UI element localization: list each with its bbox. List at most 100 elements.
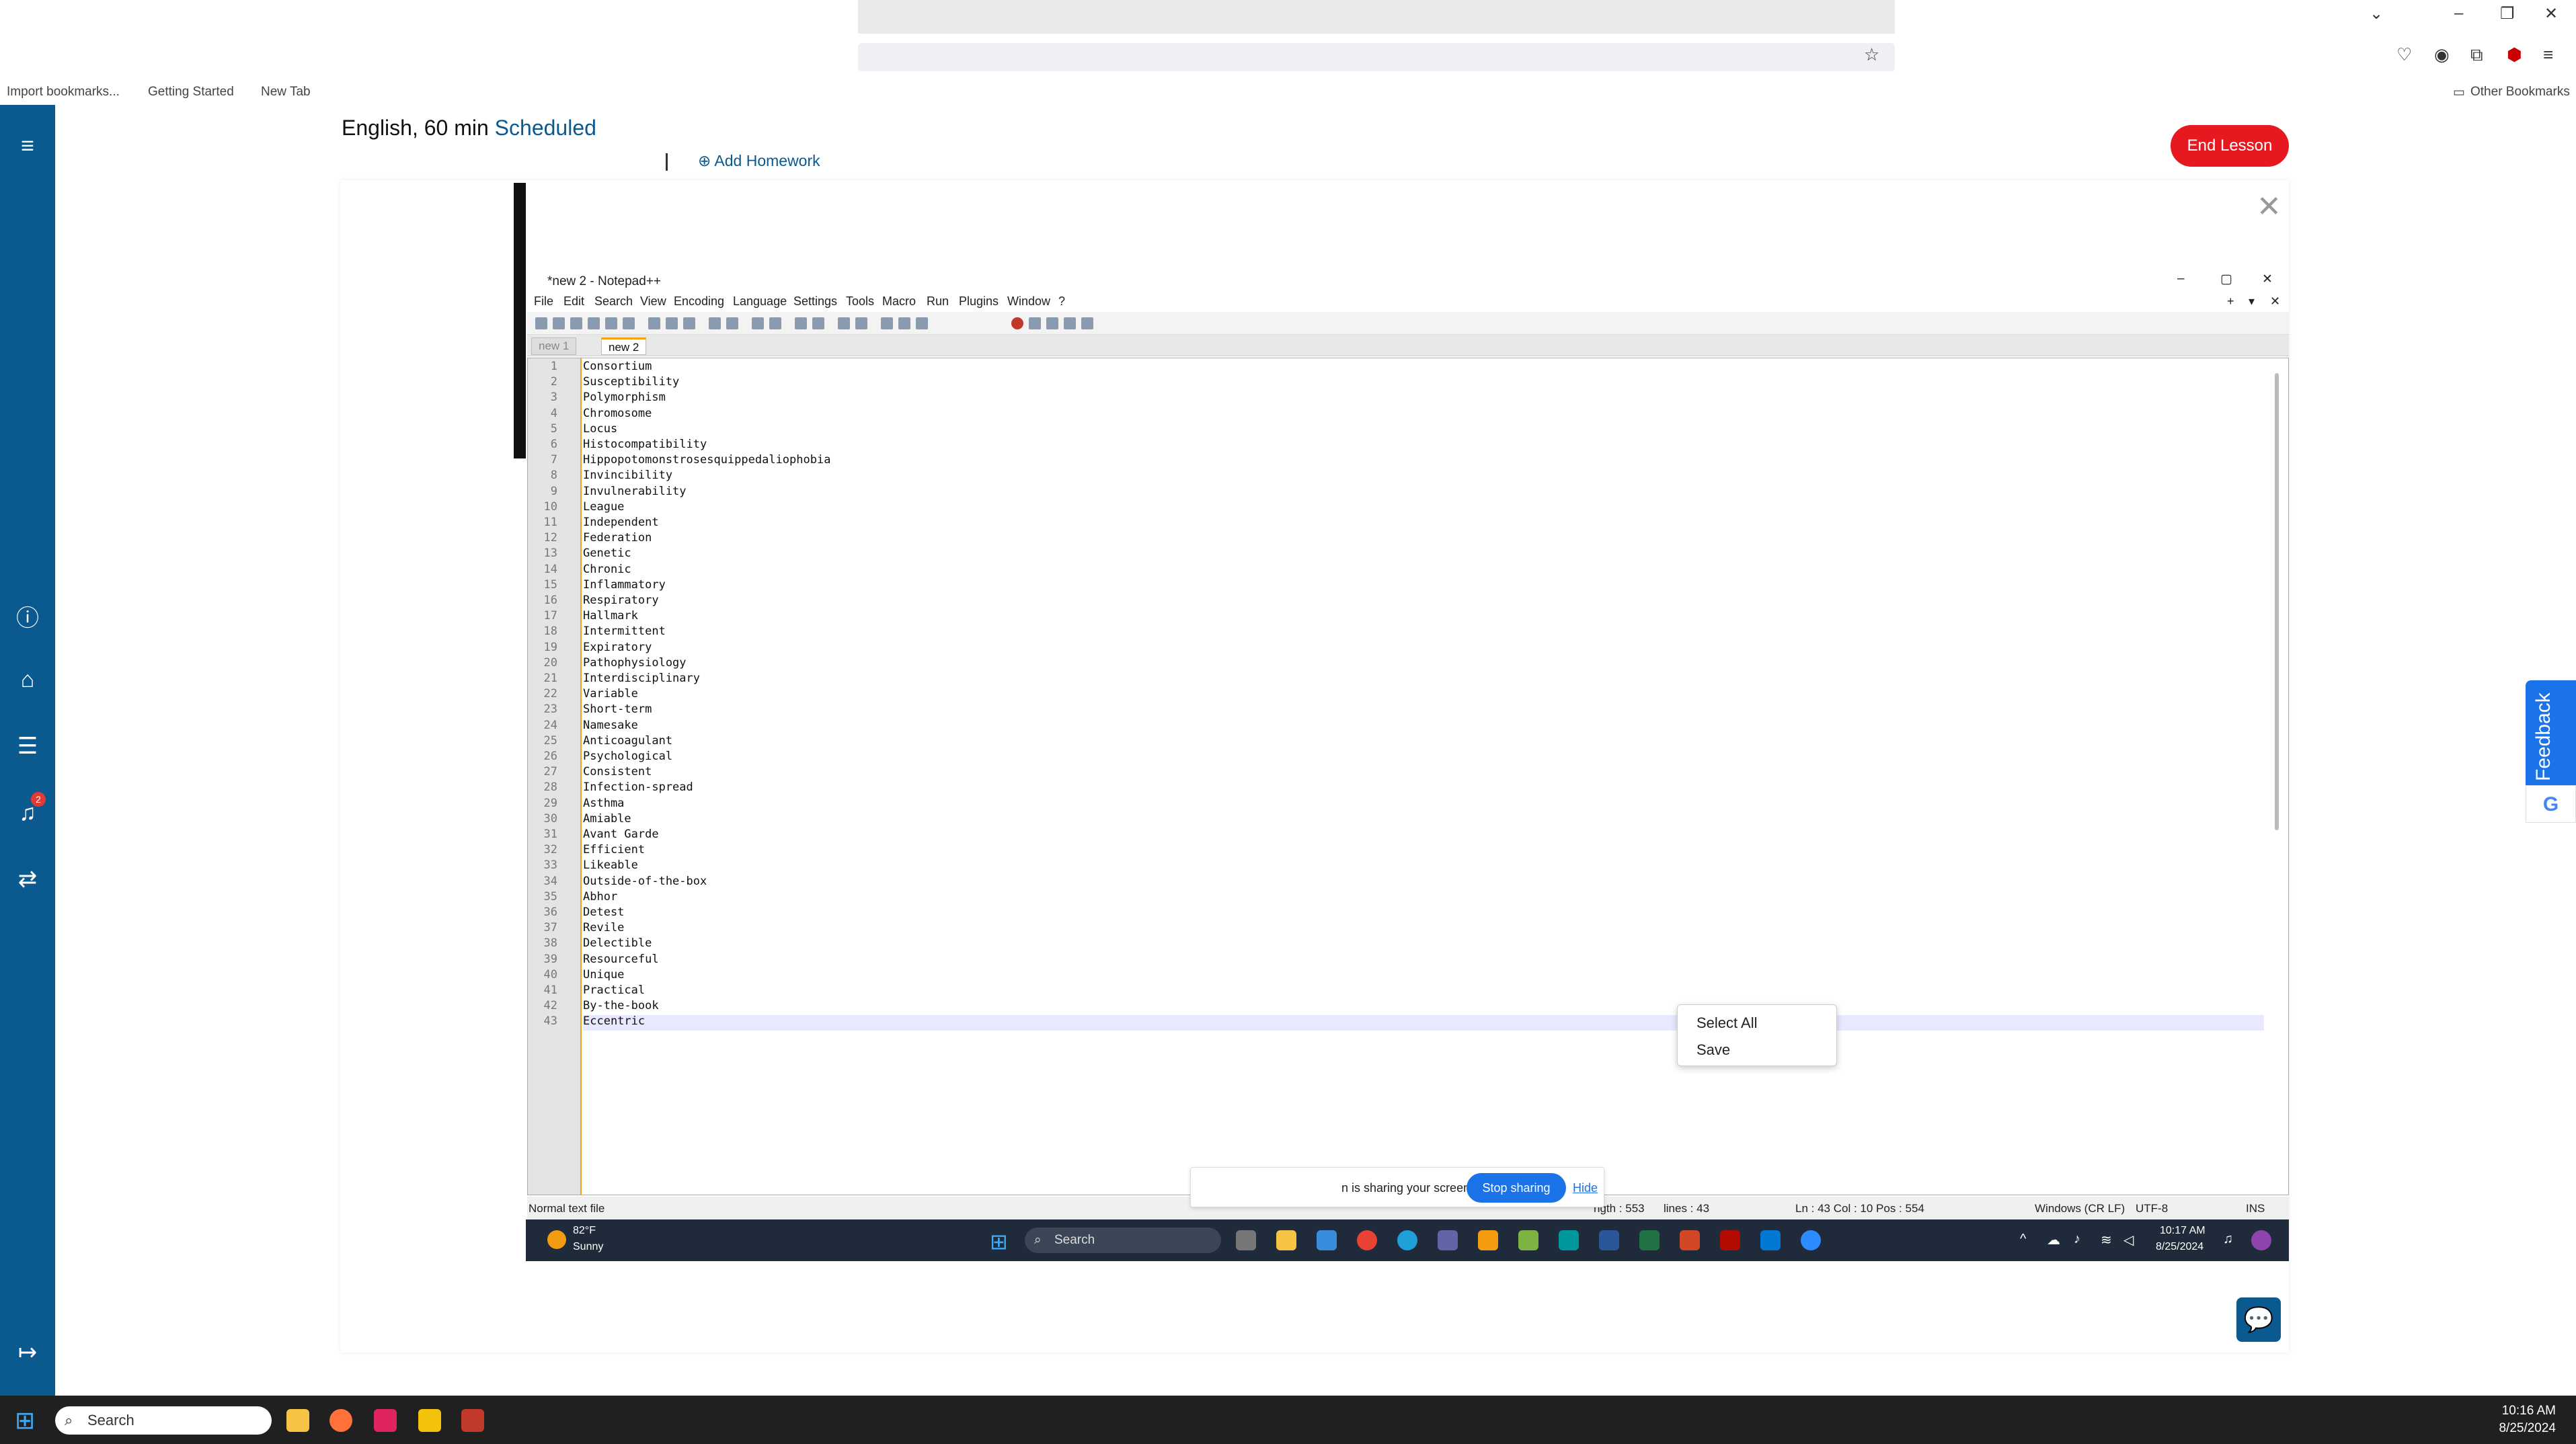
vlc-icon[interactable]	[1478, 1230, 1498, 1250]
tab-new-1[interactable]: new 1	[531, 337, 577, 355]
wifi-icon[interactable]: ≋	[2101, 1232, 2112, 1248]
code-line[interactable]: Pathophysiology	[583, 656, 687, 670]
volume-icon[interactable]: ◁	[2123, 1232, 2134, 1248]
arduino-icon[interactable]	[1559, 1230, 1579, 1250]
redo-icon[interactable]	[726, 317, 738, 329]
bell-icon[interactable]: ♫	[0, 800, 55, 826]
file-explorer-icon[interactable]	[1276, 1230, 1296, 1250]
hide-link[interactable]: Hide	[1573, 1181, 1598, 1195]
bookmark-import[interactable]: Import bookmarks...	[7, 85, 120, 99]
code-line[interactable]: Intermittent	[583, 625, 666, 638]
remote-search-input[interactable]: ⌕ Search	[1025, 1228, 1221, 1253]
menu-settings[interactable]: Settings	[793, 294, 837, 309]
file-explorer-icon[interactable]	[286, 1409, 309, 1432]
menu-search[interactable]: Search	[594, 294, 633, 309]
zoom-in-icon[interactable]	[795, 317, 807, 329]
home-icon[interactable]: ⌂	[0, 667, 55, 693]
help-icon[interactable]: ⓘ	[0, 600, 55, 633]
store-icon[interactable]	[1317, 1230, 1337, 1250]
mic-icon[interactable]: ♪	[2074, 1232, 2080, 1247]
cut-icon[interactable]	[648, 317, 660, 329]
all-chars-icon[interactable]	[898, 317, 910, 329]
translate-icon[interactable]: ⇄	[0, 866, 55, 893]
zoom-out-icon[interactable]	[812, 317, 824, 329]
menu-run[interactable]: Run	[927, 294, 949, 309]
messages-icon[interactable]: ☰	[0, 733, 55, 760]
code-line[interactable]: Namesake	[583, 719, 638, 732]
snipping-tool-icon[interactable]	[461, 1409, 484, 1432]
windows-start-icon[interactable]: ⊞	[990, 1229, 1008, 1254]
code-line[interactable]: Consortium	[583, 360, 652, 373]
close-file-icon[interactable]	[605, 317, 617, 329]
code-line[interactable]: League	[583, 500, 624, 514]
menu-encoding[interactable]: Encoding	[674, 294, 724, 309]
menu-help[interactable]: ?	[1058, 294, 1065, 309]
indent-guide-icon[interactable]	[916, 317, 928, 329]
code-line[interactable]: Variable	[583, 687, 638, 700]
code-line[interactable]: Outside-of-the-box	[583, 875, 707, 888]
pocket-icon[interactable]: ♡	[2396, 44, 2412, 65]
code-line[interactable]: Revile	[583, 921, 624, 934]
lesson-status[interactable]: Scheduled	[495, 116, 596, 140]
code-line[interactable]: Short-term	[583, 703, 652, 716]
tab-list-icon[interactable]: ⌄	[2370, 4, 2383, 24]
excel-icon[interactable]	[1639, 1230, 1660, 1250]
hamburger-icon[interactable]: ≡	[0, 133, 55, 159]
dropdown-icon[interactable]: ▾	[2249, 294, 2255, 309]
menu-icon[interactable]: ≡	[2543, 44, 2553, 65]
notepadpp-icon[interactable]	[1518, 1230, 1538, 1250]
code-line[interactable]: Hippopotomonstrosesquippedaliophobia	[583, 453, 830, 467]
replace-icon[interactable]	[769, 317, 781, 329]
close-doc-icon[interactable]: ✕	[2270, 294, 2280, 309]
code-line[interactable]: Infection-spread	[583, 780, 693, 794]
wrap-icon[interactable]	[881, 317, 893, 329]
save-all-icon[interactable]	[588, 317, 600, 329]
menu-view[interactable]: View	[640, 294, 666, 309]
menu-file[interactable]: File	[534, 294, 553, 309]
paste-icon[interactable]	[683, 317, 695, 329]
powerpoint-icon[interactable]	[1680, 1230, 1700, 1250]
code-line[interactable]: Chronic	[583, 563, 631, 576]
task-view-icon[interactable]	[1236, 1230, 1256, 1250]
stop-macro-icon[interactable]	[1029, 317, 1041, 329]
browser-tab-area[interactable]	[858, 0, 1895, 34]
minimize-icon[interactable]: –	[2177, 272, 2185, 286]
code-line[interactable]: Consistent	[583, 765, 652, 778]
code-line[interactable]: Polymorphism	[583, 391, 666, 404]
code-line[interactable]: Amiable	[583, 812, 631, 826]
close-icon[interactable]: ✕	[2257, 190, 2281, 224]
code-line[interactable]: Practical	[583, 984, 645, 997]
code-line[interactable]: Locus	[583, 422, 617, 436]
close-window-icon[interactable]: ✕	[2544, 4, 2558, 24]
notepad-editor[interactable]: 1 2 3 4 5 6 7 8 9 10 11 12 13 14 15 16 17 18 19 20 21 22 23 24 2…	[527, 358, 2289, 1195]
windows-start-icon[interactable]: ⊞	[15, 1406, 35, 1435]
code-line[interactable]: Resourceful	[583, 953, 659, 966]
code-line[interactable]: Expiratory	[583, 641, 652, 654]
notification-bell-icon[interactable]: ♫	[2223, 1232, 2233, 1247]
code-line[interactable]: Interdisciplinary	[583, 672, 700, 685]
code-line[interactable]: Invincibility	[583, 469, 672, 482]
add-homework-link[interactable]: ⊕ Add Homework	[698, 152, 820, 170]
ublock-icon[interactable]: ⬢	[2507, 44, 2522, 65]
host-search-input[interactable]: ⌕ Search	[55, 1406, 272, 1435]
code-line[interactable]: Federation	[583, 531, 652, 545]
vertical-scrollbar[interactable]	[2275, 373, 2279, 830]
chat-icon[interactable]: 💬	[2236, 1297, 2281, 1342]
copy-icon[interactable]	[666, 317, 678, 329]
chrome-icon[interactable]	[1357, 1230, 1377, 1250]
minimize-icon[interactable]: –	[2454, 4, 2463, 23]
code-line[interactable]: Chromosome	[583, 407, 652, 420]
tray-chevron-icon[interactable]: ^	[2020, 1232, 2026, 1247]
code-line[interactable]: Detest	[583, 906, 624, 919]
copilot-icon[interactable]	[2251, 1230, 2271, 1250]
code-line[interactable]: Susceptibility	[583, 375, 679, 389]
extensions-icon[interactable]: ⧉	[2470, 44, 2483, 66]
code-line[interactable]: Delectible	[583, 936, 652, 950]
code-line[interactable]: Inflammatory	[583, 578, 666, 592]
code-line[interactable]: Efficient	[583, 843, 645, 856]
edge-icon[interactable]	[1397, 1230, 1417, 1250]
undo-icon[interactable]	[709, 317, 721, 329]
code-line[interactable]: Abhor	[583, 890, 617, 904]
menu-tools[interactable]: Tools	[846, 294, 874, 309]
code-line[interactable]: Eccentric	[583, 1014, 645, 1028]
